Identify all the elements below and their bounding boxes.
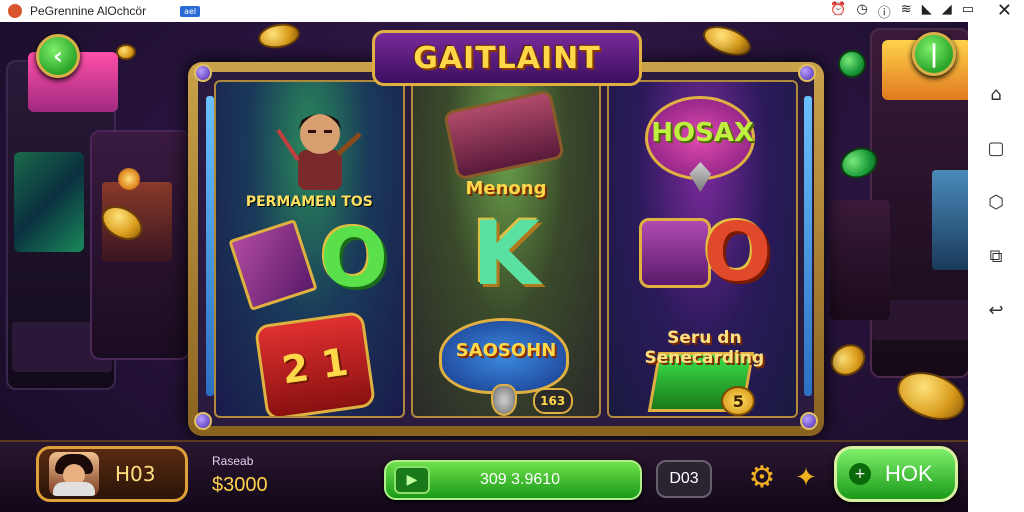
balance-display: Raseab $3000 (204, 452, 374, 502)
player-card[interactable]: H03 (36, 446, 188, 502)
reel3-symbol-3-label: Seru dn Senecarding (644, 328, 765, 368)
reel2-symbol-3: K (471, 202, 541, 305)
reel3-symbol-2: O (703, 206, 772, 299)
game-title-banner: GAITLAINT (372, 30, 642, 86)
reel1-symbol-1-label: PERMAMEN TOS (245, 194, 373, 210)
alarm-icon: ⏰ (830, 2, 847, 17)
reel1-symbol-4-label: 2 1 (279, 339, 351, 393)
info-icon: ⓘ (877, 6, 891, 21)
status-badge: ael (180, 5, 201, 17)
treasure-chest-symbol (442, 89, 565, 181)
reel-1[interactable]: PERMAMEN TOS O 2 1 (214, 80, 405, 418)
balance-label: Raseab (212, 454, 254, 468)
reel-2[interactable]: Menong K SAOSOHN 163 (410, 80, 602, 418)
frame-gem-bottom-right (800, 412, 818, 430)
close-icon[interactable]: ✕ (997, 0, 1012, 22)
pipe-icon: | (929, 40, 939, 68)
frame-pillar-left (206, 96, 214, 396)
coin-icon (116, 44, 136, 60)
red-dice-symbol: 2 1 (253, 310, 377, 416)
reel1-symbol-3: O (320, 212, 389, 305)
clock-icon: ◷ (856, 2, 868, 17)
reel2-symbol-2-label: Menong (465, 178, 547, 199)
coin-icon (824, 338, 872, 382)
green-coin-icon (838, 50, 866, 78)
android-nav-bar: ⌂ ▢ ⬡ ⧉ ↩ (968, 22, 1024, 512)
number-badge: 5 (721, 386, 756, 416)
status-icons: ⏰ ◷ ⓘ ≋ ◣ ◢ ▭ (830, 2, 974, 21)
hexagon-icon[interactable]: ⬡ (985, 192, 1007, 214)
square-icon[interactable]: ▢ (985, 138, 1007, 160)
status-bar: PeGrennine AlOchcör ael ⏰ ◷ ⓘ ≋ ◣ ◢ ▭ ✕ (0, 0, 1024, 22)
slot-frame: PERMAMEN TOS O 2 1 Menong K SAOSOHN 163 (188, 62, 824, 436)
red-barrel-symbol (639, 218, 712, 288)
arrow-left-icon: ‹ (53, 42, 63, 70)
arcade-cabinet-mid-left (90, 130, 190, 360)
number-badge-label: 5 (732, 391, 744, 411)
reel3-symbol-1-label: HOSAX (651, 118, 755, 148)
battery-icon: ▭ (961, 2, 974, 17)
hok-button[interactable]: + HOK (834, 446, 958, 502)
app-title: PeGrennine AlOchcör (30, 4, 147, 18)
spin-label: 309 3.9610 (479, 471, 561, 488)
game-screen: PeGrennine AlOchcör ael ⏰ ◷ ⓘ ≋ ◣ ◢ ▭ ✕ … (0, 0, 1024, 512)
coin-icon (699, 20, 755, 62)
chip-badge: 163 (532, 388, 573, 414)
plus-icon: + (849, 463, 871, 485)
reel2-symbol-4-label: SAOSOHN (455, 340, 557, 361)
app-icon (8, 4, 22, 18)
screen-rotate-icon[interactable]: ⧉ (985, 246, 1007, 268)
coin-icon (256, 20, 302, 52)
warrior-portrait-symbol (276, 114, 362, 190)
player-name: H03 (115, 462, 156, 486)
bet-box[interactable]: D03 (656, 460, 712, 498)
hok-label: HOK (885, 461, 933, 486)
signal-icon-2: ◢ (941, 2, 952, 17)
back-nav-icon[interactable]: ↩ (985, 300, 1007, 322)
frame-pillar-right (804, 96, 812, 396)
home-icon[interactable]: ⌂ (985, 84, 1007, 106)
reels-container: PERMAMEN TOS O 2 1 Menong K SAOSOHN 163 (198, 72, 814, 426)
avatar (49, 452, 99, 496)
chip-label: 163 (540, 394, 566, 408)
spin-button[interactable]: ▶ 309 3.9610 (384, 460, 642, 500)
wifi-icon: ≋ (900, 2, 912, 17)
menu-button[interactable]: | (912, 32, 956, 76)
purple-card-symbol (228, 218, 318, 312)
game-title: GAITLAINT (413, 40, 601, 76)
skull-shield-icon (490, 384, 517, 416)
reel-3[interactable]: HOSAX O Seru dn Senecarding 5 (607, 80, 799, 418)
balance-value: $3000 (212, 474, 268, 496)
signal-icon: ◣ (921, 2, 932, 17)
gear-icon[interactable]: ⚙ (746, 462, 778, 494)
back-button[interactable]: ‹ (36, 34, 80, 78)
frame-gem-top-left (194, 64, 212, 82)
puzzle-icon[interactable]: ✦ (790, 462, 822, 494)
frame-gem-bottom-left (194, 412, 212, 430)
frame-gem-top-right (798, 64, 816, 82)
play-icon: ▶ (394, 466, 430, 494)
arcade-cabinet-mid-right (830, 200, 890, 320)
lamp-glow (118, 168, 140, 190)
